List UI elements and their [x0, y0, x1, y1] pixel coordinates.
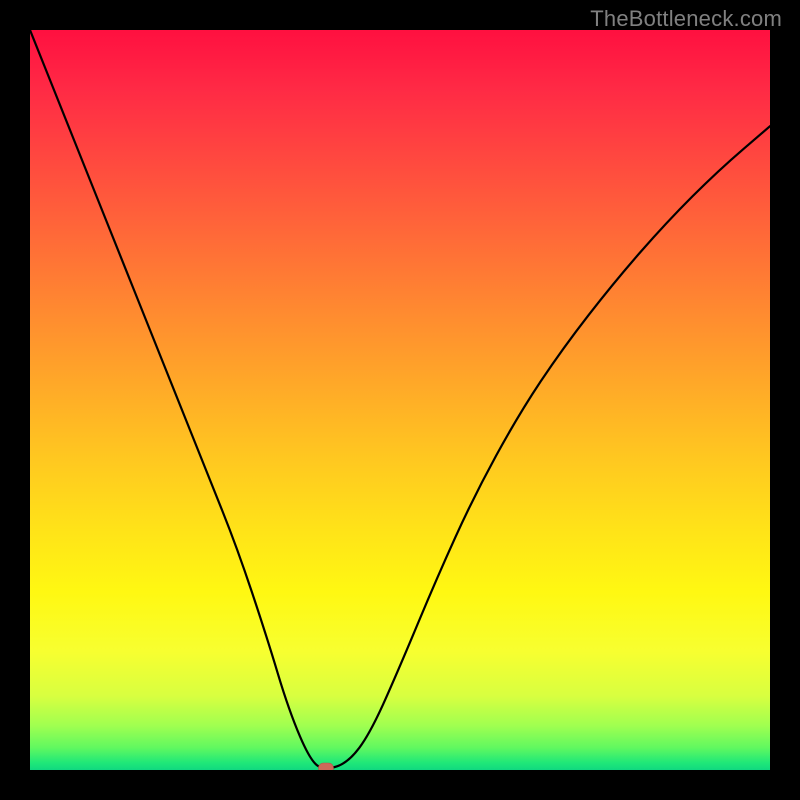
bottleneck-curve-svg	[30, 30, 770, 770]
minimum-marker	[319, 763, 334, 770]
bottleneck-curve-path	[30, 30, 770, 768]
watermark-text: TheBottleneck.com	[590, 6, 782, 32]
chart-container: TheBottleneck.com	[0, 0, 800, 800]
plot-area	[30, 30, 770, 770]
